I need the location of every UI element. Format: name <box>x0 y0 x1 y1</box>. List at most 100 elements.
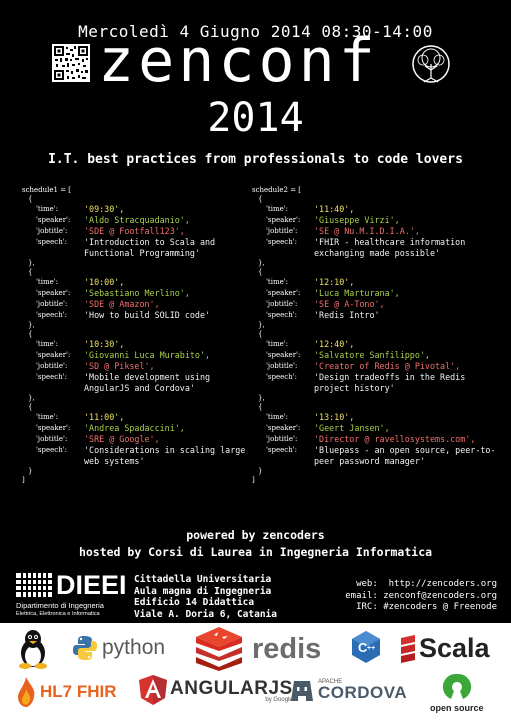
svg-text:++: ++ <box>367 645 375 652</box>
speaker-key: 'speaker': <box>266 351 301 359</box>
jobtitle-value: 'SDE @ Footfall123', <box>84 226 185 236</box>
python-text: python <box>102 636 166 659</box>
schedule-open: schedule1 = [ <box>22 186 72 194</box>
email-label: email: <box>345 590 378 601</box>
jobtitle-key: 'jobtitle': <box>36 435 68 443</box>
speech-key: 'speech': <box>266 446 297 454</box>
jobtitle-key: 'jobtitle': <box>266 362 298 370</box>
schedule-entry: { 'time': '12:10', 'speaker': 'Luca Martur… <box>252 268 502 330</box>
open-source-text: open source <box>430 703 484 713</box>
dieei-subtitle: Dipartimento di Ingegneria <box>16 601 104 610</box>
speaker-value: 'Giovanni Luca Murabito', <box>84 350 211 360</box>
brace-open: { <box>28 403 33 411</box>
jobtitle-value: 'Creator of Redis @ Pivotal', <box>314 361 461 371</box>
cordova-text: CORDOVA <box>318 683 408 702</box>
python-logo: python <box>72 635 165 661</box>
contact-info: web: http://zencoders.org email: zenconf… <box>345 579 497 614</box>
angularjs-logo: ANGULARJS by Google <box>139 675 293 705</box>
jobtitle-key: 'jobtitle': <box>266 300 298 308</box>
schedule-entry: { 'time': '12:40', 'speaker': 'Salvatore S… <box>252 330 502 403</box>
time-key: 'time': <box>266 205 289 213</box>
jobtitle-key: 'jobtitle': <box>266 435 298 443</box>
schedule-column-2: schedule2 = [ { 'time': '11:40', 'speaker… <box>252 186 502 485</box>
email-link[interactable]: zenconf@zencoders.org <box>383 591 497 601</box>
tagline: I.T. best practices from professionals t… <box>48 152 463 167</box>
scala-logo: Scala <box>400 633 490 664</box>
brace-close: }, <box>258 321 265 329</box>
schedule-column-1: schedule1 = [ { 'time': '09:30', 'speaker… <box>22 186 252 485</box>
speech-key: 'speech': <box>266 373 297 381</box>
speaker-value: 'Luca Marturana', <box>314 288 400 298</box>
time-value: '11:00', <box>84 412 125 422</box>
angular-shield-icon <box>139 675 167 705</box>
speaker-key: 'speaker': <box>36 351 71 359</box>
event-year: 2014 <box>207 95 304 141</box>
speech-key: 'speech': <box>36 311 67 319</box>
speaker-value: 'Andrea Spadaccini', <box>84 423 185 433</box>
jobtitle-value: 'SE @ A-Tono', <box>314 299 385 309</box>
redis-icon <box>196 627 242 671</box>
jobtitle-key: 'jobtitle': <box>36 300 68 308</box>
time-value: '10:30', <box>84 339 125 349</box>
speaker-value: 'Sebastiano Merlino', <box>84 288 190 298</box>
brace-open: { <box>28 195 33 203</box>
redis-text: redis <box>252 632 322 665</box>
schedule-entry: { 'time': '09:30', 'speaker': 'Aldo Stracq… <box>22 195 252 268</box>
dieei-grid-icon <box>16 573 52 597</box>
brace-open: { <box>258 268 263 276</box>
schedule-close: ] <box>22 476 25 484</box>
time-key: 'time': <box>266 413 289 421</box>
c-plus-plus-icon: C ++ <box>352 631 380 663</box>
speaker-value: 'Giuseppe Virzi', <box>314 215 400 225</box>
jobtitle-key: 'jobtitle': <box>36 362 68 370</box>
speaker-key: 'speaker': <box>266 424 301 432</box>
cordova-icon <box>291 681 313 701</box>
speaker-key: 'speaker': <box>266 216 301 224</box>
schedule-entry: { 'time': '10:30', 'speaker': 'Giovanni Lu… <box>22 330 252 403</box>
brace-close: }, <box>28 259 35 267</box>
scala-text: Scala <box>419 633 490 663</box>
dieei-subtitle-2: Elettrica, Elettronica e Informatica <box>16 611 100 617</box>
time-key: 'time': <box>36 413 59 421</box>
brace-close: } <box>28 467 33 475</box>
sponsor-strip: python redis C ++ Scala HL7 FHIR ANGULAR… <box>0 623 511 720</box>
hl7-flame-icon <box>18 677 35 707</box>
speech-value: 'Design tradeoffs in the Redis project h… <box>314 372 466 393</box>
dieei-logo: DIEEI Dipartimento di Ingegneria Elettri… <box>16 570 128 621</box>
jobtitle-key: 'jobtitle': <box>266 227 298 235</box>
brace-close: }, <box>258 394 265 402</box>
time-value: '11:40', <box>314 204 355 214</box>
speaker-value: 'Geert Jansen', <box>314 423 390 433</box>
cordova-logo: APACHE CORDOVA <box>290 679 407 703</box>
time-value: '10:00', <box>84 277 125 287</box>
schedule-open: schedule2 = [ <box>252 186 302 194</box>
schedule-entry: { 'time': '10:00', 'speaker': 'Sebastiano … <box>22 268 252 330</box>
hl7-fhir-logo: HL7 FHIR <box>16 677 117 707</box>
speech-key: 'speech': <box>266 311 297 319</box>
speaker-value: 'Salvatore Sanfilippo', <box>314 350 430 360</box>
schedule-entry: { 'time': '11:00', 'speaker': 'Andrea Spad… <box>22 403 252 476</box>
powered-by: powered by zencoders <box>186 528 325 542</box>
speech-value: 'How to build SOLID code' <box>84 310 211 320</box>
speech-value: 'Mobile development using AngularJS and … <box>84 372 211 393</box>
open-source-icon <box>442 673 471 699</box>
irc-label: IRC: <box>356 602 378 612</box>
brace-open: { <box>258 403 263 411</box>
time-key: 'time': <box>266 340 289 348</box>
time-key: 'time': <box>36 278 59 286</box>
brace-close: } <box>258 467 263 475</box>
speech-value: 'FHIR - healthcare information exchangin… <box>314 237 466 258</box>
jobtitle-value: 'SD @ Piksel', <box>84 361 155 371</box>
jobtitle-value: 'SRE @ Google', <box>84 434 160 444</box>
speech-key: 'speech': <box>36 446 67 454</box>
conference-poster: Mercoledì 4 Giugno 2014 08:30-14:00 zenc… <box>0 0 511 720</box>
time-value: '13:10', <box>314 412 355 422</box>
web-link[interactable]: http://zencoders.org <box>389 579 497 589</box>
hosted-by: hosted by Corsi di Laurea in Ingegneria … <box>78 545 433 559</box>
schedule-entry: { 'time': '11:40', 'speaker': 'Giuseppe Vi… <box>252 195 502 268</box>
speech-value: 'Bluepass - an open source, peer-to-peer… <box>314 445 496 466</box>
irc-channel: #zencoders @ Freenode <box>383 602 497 612</box>
tree-icon <box>412 45 450 83</box>
speech-value: 'Considerations in scaling large web sys… <box>84 445 246 466</box>
web-label: web: <box>356 579 378 589</box>
